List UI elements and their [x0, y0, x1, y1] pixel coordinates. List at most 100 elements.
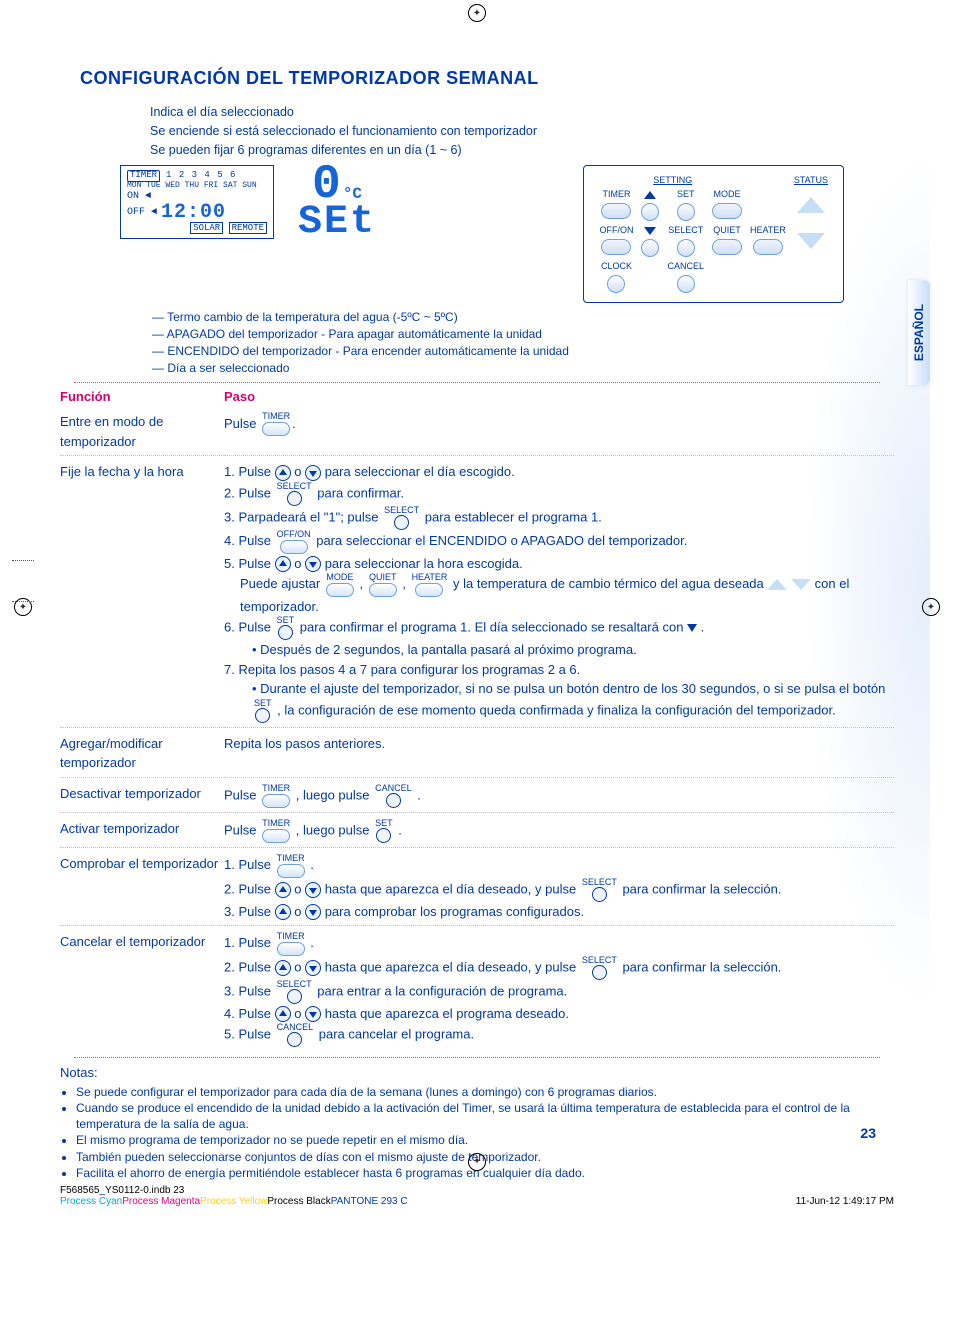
- text: o: [294, 464, 305, 479]
- func-cell: Cancelar el temporizador: [60, 926, 224, 1052]
- registration-mark-icon: ✦: [468, 1153, 486, 1171]
- lcd-display: TIMER 1 2 3 4 5 6 MON TUE WED THU FRI SA…: [120, 165, 274, 239]
- func-cell: Activar temporizador: [60, 812, 224, 847]
- step-cell: Repita los pasos anteriores.: [224, 727, 894, 777]
- func-cell: Entre en modo de temporizador: [60, 408, 224, 456]
- panel-offon-button[interactable]: [601, 239, 631, 255]
- text: 3. Parpadeará el "1"; pulse: [224, 509, 382, 524]
- timer-button-icon: [262, 794, 290, 808]
- panel-select-button[interactable]: [677, 239, 695, 257]
- text: 6. Pulse: [224, 620, 275, 635]
- func-cell: Fije la fecha y la hora: [60, 456, 224, 727]
- timer-button-icon: [262, 829, 290, 843]
- arrow-down-icon: [305, 465, 321, 481]
- text: 1. Pulse: [224, 464, 275, 479]
- table-row: Fije la fecha y la hora 1. Pulse o para …: [60, 456, 894, 727]
- registration-mark-icon: ✦: [468, 4, 486, 22]
- arrow-up-icon: [275, 882, 291, 898]
- notes-title: Notas:: [60, 1064, 894, 1082]
- note-item: El mismo programa de temporizador no se …: [76, 1132, 894, 1148]
- panel-cancel-button[interactable]: [677, 275, 695, 293]
- text: .: [398, 822, 402, 837]
- text: o: [294, 959, 305, 974]
- col-paso: Paso: [224, 387, 894, 408]
- panel-mode-button[interactable]: [712, 203, 742, 219]
- arrow-down-icon: [644, 227, 656, 235]
- control-panel: SETTING STATUS TIMER SET MODE: [583, 165, 844, 303]
- step-cell: 1. Pulse TIMER . 2. Pulse o hasta que ap…: [224, 926, 894, 1052]
- btn-label: SET: [254, 699, 272, 708]
- text: ,: [402, 576, 409, 591]
- intro-annotations: Indica el día seleccionado Se enciende s…: [150, 103, 894, 159]
- panel-clock-button[interactable]: [607, 275, 625, 293]
- step-cell: Pulse TIMER , luego pulse SET .: [224, 812, 894, 847]
- step-cell: 1. Pulse o para seleccionar el día escog…: [224, 456, 894, 727]
- intro-line: Indica el día seleccionado: [150, 103, 894, 122]
- btn-label: TIMER: [277, 854, 305, 863]
- lcd-off-marker: OFF ◄: [127, 207, 157, 218]
- annot-line: ENCENDIDO del temporizador - Para encend…: [152, 343, 894, 360]
- btn-label: SET: [375, 819, 393, 828]
- text: , luego pulse: [296, 787, 373, 802]
- text: 2. Pulse: [224, 959, 275, 974]
- panel-set-label: SET: [666, 188, 705, 200]
- arrow-up-icon: [275, 465, 291, 481]
- note-item: Cuando se produce el encendido de la uni…: [76, 1100, 894, 1132]
- btn-label: TIMER: [262, 819, 290, 828]
- panel-status-label: STATUS: [793, 174, 829, 186]
- text: y la temperatura de cambio térmico del a…: [453, 576, 767, 591]
- func-cell: Desactivar temporizador: [60, 777, 224, 812]
- select-button-icon: [287, 989, 302, 1004]
- panel-clock-label: CLOCK: [598, 260, 634, 272]
- triangle-down-icon: [791, 579, 811, 590]
- panel-heater-label: HEATER: [749, 224, 787, 236]
- text: 5. Pulse: [224, 1027, 275, 1042]
- btn-label: SELECT: [582, 956, 617, 965]
- text: o: [294, 1006, 305, 1021]
- lcd-program-numbers: 1 2 3 4 5 6: [166, 170, 236, 180]
- panel-setting-up-button[interactable]: [641, 203, 659, 221]
- panel-down-button[interactable]: [797, 233, 825, 249]
- timer-button-icon: [277, 942, 305, 956]
- select-button-icon: [592, 887, 607, 902]
- annot-line: Termo cambio de la temperatura del agua …: [152, 309, 894, 326]
- panel-setting-down-button[interactable]: [641, 239, 659, 257]
- btn-label: SELECT: [582, 878, 617, 887]
- panel-timer-button[interactable]: [601, 203, 631, 219]
- text: Pulse: [224, 787, 260, 802]
- footer-file: F568565_YS0112-0.indb 23: [60, 1185, 408, 1196]
- footer-color-plates: Process CyanProcess MagentaProcess Yello…: [60, 1196, 408, 1207]
- panel-set-button[interactable]: [677, 203, 695, 221]
- text: 2. Pulse: [224, 485, 275, 500]
- annot-line: Día a ser seleccionado: [152, 360, 894, 377]
- text: para confirmar el programa 1. El día sel…: [300, 620, 687, 635]
- panel-up-button[interactable]: [797, 197, 825, 213]
- page-number: 23: [860, 1125, 876, 1141]
- select-button-icon: [287, 491, 302, 506]
- registration-mark-icon: ✦: [922, 598, 940, 616]
- arrow-up-icon: [275, 556, 291, 572]
- plate-cyan: Process Cyan: [60, 1196, 122, 1207]
- plate-pantone: PANTONE 293 C: [331, 1196, 408, 1207]
- separator: [74, 1057, 880, 1058]
- panel-mode-label: MODE: [711, 188, 743, 200]
- display-annotations: Termo cambio de la temperatura del agua …: [152, 309, 894, 376]
- arrow-down-icon: [305, 1006, 321, 1022]
- arrow-down-icon: [305, 960, 321, 976]
- set-button-icon: [278, 625, 293, 640]
- text: para cancelar el programa.: [319, 1027, 474, 1042]
- segment-bottom-text: SEt: [298, 203, 376, 243]
- text: , la configuración de ese momento queda …: [277, 702, 836, 717]
- plate-magenta: Process Magenta: [122, 1196, 200, 1207]
- intro-line: Se enciende si está seleccionado el func…: [150, 122, 894, 141]
- table-row: Desactivar temporizador Pulse TIMER , lu…: [60, 777, 894, 812]
- arrow-up-icon: [644, 191, 656, 199]
- timer-button-icon: [262, 422, 290, 436]
- plate-yellow: Process Yellow: [200, 1196, 267, 1207]
- timer-button-icon: [277, 864, 305, 878]
- panel-quiet-button[interactable]: [712, 239, 742, 255]
- btn-label: CANCEL: [375, 784, 412, 793]
- footer-date: 11-Jun-12 1:49:17 PM: [796, 1196, 894, 1207]
- panel-heater-button[interactable]: [753, 239, 783, 255]
- text: .: [310, 857, 314, 872]
